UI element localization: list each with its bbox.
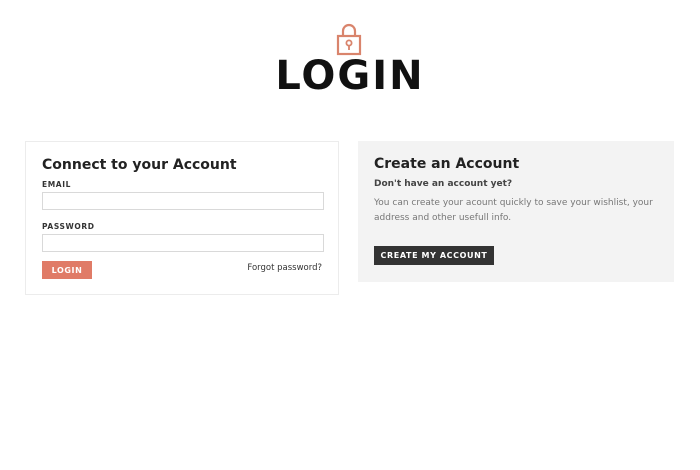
email-input[interactable] (42, 192, 324, 210)
create-panel-description: You can create your acount quickly to sa… (374, 198, 653, 223)
lock-icon (336, 23, 362, 56)
create-account-panel: Create an Account Don't have an account … (358, 141, 674, 282)
page-title: LOGIN (275, 53, 425, 99)
login-panel-title: Connect to your Account (42, 157, 237, 173)
password-input[interactable] (42, 234, 324, 252)
create-panel-subheading: Don't have an account yet? (374, 179, 513, 189)
password-label: PASSWORD (42, 222, 95, 231)
forgot-password-link[interactable]: Forgot password? (247, 263, 322, 273)
email-label: EMAIL (42, 180, 71, 189)
login-button[interactable]: LOGIN (42, 261, 92, 279)
login-panel: Connect to your Account EMAIL PASSWORD L… (25, 141, 339, 295)
create-account-button[interactable]: CREATE MY ACCOUNT (374, 246, 494, 265)
create-panel-title: Create an Account (374, 156, 520, 172)
